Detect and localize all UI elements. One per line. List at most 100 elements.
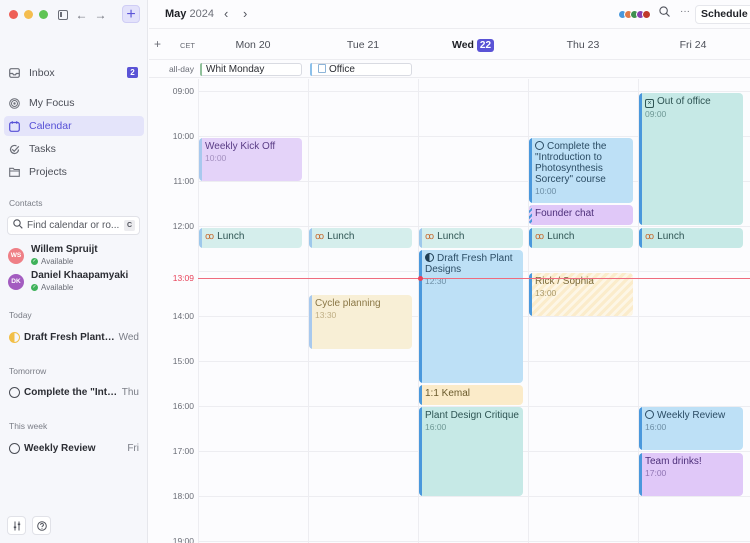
event-title: Weekly Kick Off xyxy=(205,141,276,152)
current-time-dot xyxy=(418,276,423,281)
sidebar-item-my-focus[interactable]: My Focus xyxy=(4,93,144,113)
sidebar-item-label: Tasks xyxy=(29,143,56,155)
day-header-thu[interactable]: Thu 23 xyxy=(528,39,638,51)
toggle-sidebar-button[interactable] xyxy=(56,7,69,22)
task-item[interactable]: Draft Fresh Plant D... Wed xyxy=(9,332,139,343)
more-options-button[interactable]: ··· xyxy=(680,6,690,17)
event-title: Lunch xyxy=(437,231,465,242)
sidebar-panel-icon xyxy=(57,9,68,20)
calendar-event[interactable]: Draft Fresh Plant Designs 12:30 xyxy=(419,250,523,383)
help-icon xyxy=(36,520,47,531)
contact-status: ✓ Available xyxy=(31,282,128,293)
calendar-event[interactable]: Complete the "Introduction to Photosynth… xyxy=(529,138,633,203)
window-controls xyxy=(9,10,48,19)
inbox-icon xyxy=(9,68,20,79)
day-header-fri[interactable]: Fri 24 xyxy=(638,39,748,51)
settings-button[interactable] xyxy=(7,516,26,535)
avatar: DK xyxy=(8,273,24,290)
contact-item[interactable]: WS Willem Spruijt ✓ Available xyxy=(8,244,98,267)
calendar-event[interactable]: Weekly Review 16:00 xyxy=(639,407,743,450)
sidebar-item-tasks[interactable]: Tasks xyxy=(4,139,144,159)
sidebar-item-inbox[interactable]: Inbox 2 xyxy=(4,63,144,83)
task-title: Draft Fresh Plant D... xyxy=(24,332,115,343)
close-window-button[interactable] xyxy=(9,10,18,19)
add-timezone-button[interactable]: + xyxy=(154,37,161,51)
all-day-event[interactable]: Office xyxy=(310,63,412,76)
calendar-event[interactable]: ꝏ Lunch xyxy=(309,228,412,248)
calendar-event[interactable]: 1:1 Kemal xyxy=(419,385,523,405)
available-check-icon: ✓ xyxy=(31,284,38,291)
day-name: Thu xyxy=(566,39,585,51)
time-grid[interactable]: 09:00 10:00 11:00 12:00 14:00 15:00 16:0… xyxy=(149,79,750,543)
task-item[interactable]: Complete the "Intro... Thu xyxy=(9,387,139,398)
help-button[interactable] xyxy=(32,516,51,535)
sidebar-item-projects[interactable]: Projects xyxy=(4,162,144,182)
calendar-event[interactable]: Founder chat xyxy=(529,205,633,225)
pretzel-icon: ꝏ xyxy=(645,231,655,241)
task-group-heading: Tomorrow xyxy=(9,366,47,376)
task-day: Wed xyxy=(118,332,139,343)
task-checkbox-icon[interactable] xyxy=(9,443,20,454)
task-day: Thu xyxy=(121,387,139,398)
task-checkbox-icon[interactable] xyxy=(9,387,20,398)
calendar-toolbar: May 2024 ‹ › ··· Schedule xyxy=(149,0,750,29)
calendar-event[interactable]: ꝏ Lunch xyxy=(419,228,523,248)
event-title: Lunch xyxy=(547,231,575,242)
status-text: Available xyxy=(41,283,74,292)
day-header-tue[interactable]: Tue 21 xyxy=(308,39,418,51)
calendar-event[interactable]: Rick / Sophia 13:00 xyxy=(529,273,633,316)
hour-label: 18:00 xyxy=(172,491,194,501)
day-number: 21 xyxy=(367,39,380,51)
sidebar-item-label: Projects xyxy=(29,166,67,178)
sidebar-item-label: Inbox xyxy=(29,67,55,79)
contact-name: Willem Spruijt xyxy=(31,244,98,255)
day-header-wed[interactable]: Wed 22 xyxy=(418,39,528,52)
in-progress-icon xyxy=(9,332,20,343)
event-title: Office xyxy=(329,64,355,75)
schedule-button[interactable]: Schedule xyxy=(695,5,750,24)
search-icon xyxy=(659,6,670,17)
pretzel-icon: ꝏ xyxy=(535,231,545,241)
task-circle-icon xyxy=(535,141,544,150)
all-day-event[interactable]: Whit Monday xyxy=(200,63,302,76)
zoom-window-button[interactable] xyxy=(39,10,48,19)
calendar-event[interactable]: × Out of office 09:00 xyxy=(639,93,743,225)
calendar-event[interactable]: Cycle planning 13:30 xyxy=(309,295,412,349)
all-day-label: all-day xyxy=(168,64,194,74)
calendar-event[interactable]: Plant Design Critique 16:00 xyxy=(419,407,523,496)
sidebar-item-calendar[interactable]: Calendar xyxy=(4,116,144,136)
contacts-search-input[interactable] xyxy=(27,220,122,231)
avatar: WS xyxy=(8,247,24,264)
timezone-label: CET xyxy=(180,41,195,50)
next-week-button[interactable]: › xyxy=(243,6,247,21)
calendar-event[interactable]: ꝏ Lunch xyxy=(639,228,743,248)
calendar-event[interactable]: ꝏ Lunch xyxy=(529,228,633,248)
search-button[interactable] xyxy=(659,6,670,20)
hour-label: 19:00 xyxy=(172,536,194,543)
event-title: 1:1 Kemal xyxy=(425,388,471,399)
back-button[interactable]: ← xyxy=(75,7,88,22)
contacts-search[interactable]: C xyxy=(7,216,140,235)
participant-avatars[interactable] xyxy=(618,10,651,19)
day-header-mon[interactable]: Mon 20 xyxy=(198,39,308,51)
contact-item[interactable]: DK Daniel Khaapamyaki ✓ Available xyxy=(8,270,128,293)
previous-week-button[interactable]: ‹ xyxy=(224,6,228,21)
new-item-button[interactable]: + xyxy=(122,5,140,23)
task-day: Fri xyxy=(127,443,139,454)
minimize-window-button[interactable] xyxy=(24,10,33,19)
sidebar-nav: Inbox 2 My Focus Calendar Tasks Projects xyxy=(4,63,144,185)
contact-status: ✓ Available xyxy=(31,256,98,267)
forward-button[interactable]: → xyxy=(94,7,107,22)
event-title: Team drinks! xyxy=(645,456,702,467)
hour-label: 12:00 xyxy=(172,221,194,231)
folder-icon xyxy=(9,167,20,178)
event-time: 13:30 xyxy=(315,310,337,320)
calendar-event[interactable]: Team drinks! 17:00 xyxy=(639,453,743,496)
calendar-event[interactable]: Weekly Kick Off 10:00 xyxy=(199,138,302,181)
task-item[interactable]: Weekly Review Fri xyxy=(9,443,139,454)
hour-gridline xyxy=(198,91,750,92)
pretzel-icon: ꝏ xyxy=(425,231,435,241)
event-time: 16:00 xyxy=(645,422,667,432)
calendar-event[interactable]: ꝏ Lunch xyxy=(199,228,302,248)
hour-label: 09:00 xyxy=(172,86,194,96)
